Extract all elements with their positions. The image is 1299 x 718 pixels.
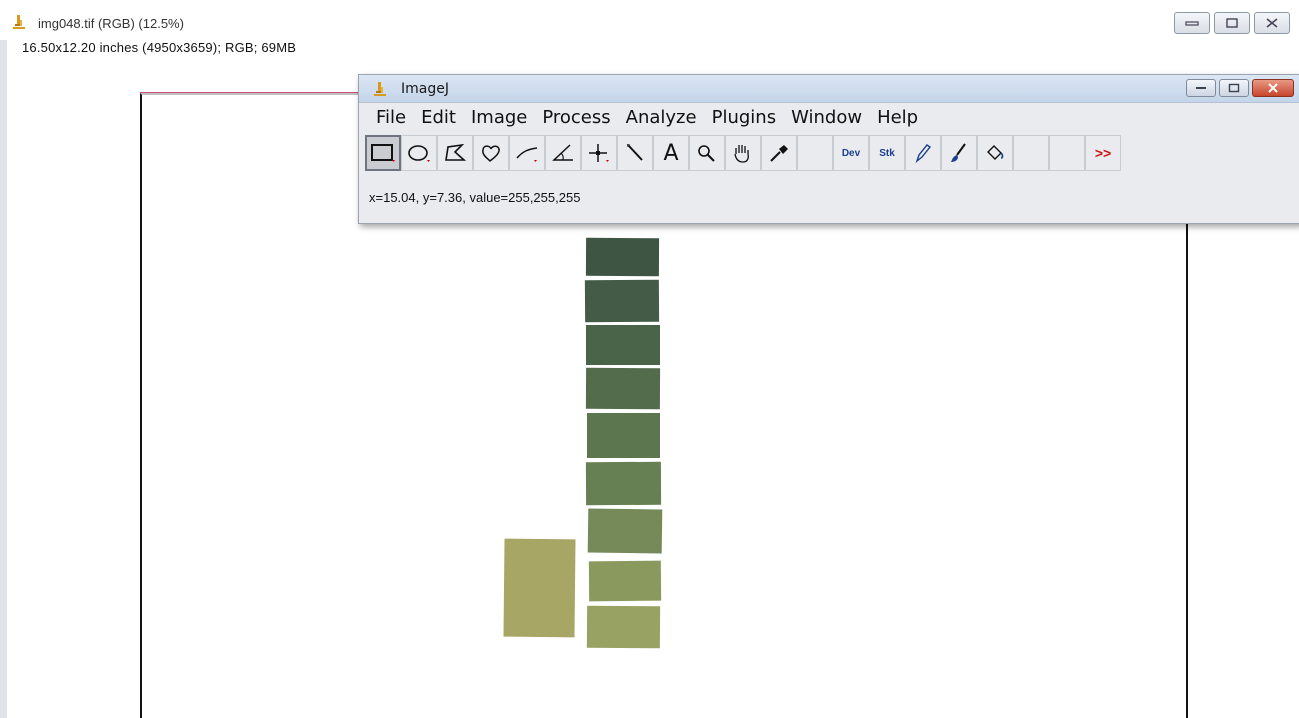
wand-tool-button[interactable] [617,135,653,171]
close-button[interactable] [1254,12,1290,34]
imagej-minimize-button[interactable] [1186,79,1216,97]
menu-edit[interactable]: Edit [414,104,464,132]
color-swatch [588,560,662,602]
stack-tools-button[interactable]: Stk [869,135,905,171]
imagej-titlebar[interactable]: ImageJ [359,75,1299,103]
freehand-tool-button[interactable] [473,135,509,171]
flood-fill-tool-button[interactable] [977,135,1013,171]
color-swatch [585,367,661,410]
stk-label: Stk [879,147,895,159]
magnifier-tool-button[interactable] [689,135,725,171]
menu-bar: File Edit Image Process Analyze Plugins … [359,104,926,132]
empty-tool-slot [797,135,833,171]
menu-plugins[interactable]: Plugins [705,104,784,132]
menu-window[interactable]: Window [784,104,870,132]
magnifier-tool-icon [698,145,715,162]
hand-tool-button[interactable] [725,135,761,171]
color-swatch [586,325,660,365]
color-swatch [587,413,660,458]
rectangle-tool-button[interactable] [365,135,401,171]
maximize-icon [1228,83,1240,93]
point-tool-icon [589,144,609,162]
text-tool-button[interactable]: A [653,135,689,171]
color-swatch [585,237,660,277]
pencil-tool-button[interactable] [905,135,941,171]
imagej-title: ImageJ [401,81,449,97]
large-color-swatch [503,538,576,638]
color-picker-tool-button[interactable] [761,135,797,171]
oval-tool-button[interactable] [401,135,437,171]
wand-tool-icon [627,144,643,161]
rectangle-tool-icon [371,144,395,162]
color-swatch [585,461,662,506]
menu-help[interactable]: Help [870,104,926,132]
minimize-icon [1185,21,1199,26]
color-swatch [586,605,661,649]
menu-file[interactable]: File [369,104,414,132]
color-picker-tool-icon [770,145,788,162]
color-swatch [584,279,660,323]
minimize-icon [1196,87,1206,89]
imagej-window-controls [1186,79,1294,97]
image-window-titlebar[interactable]: img048.tif (RGB) (12.5%) [0,0,1299,40]
polygon-tool-icon [445,143,467,161]
text-tool-icon: A [663,140,679,166]
empty-tool-slot [1049,135,1085,171]
microscope-icon [374,82,386,96]
empty-tool-slot [1013,135,1049,171]
image-window-controls [1174,12,1290,34]
angle-tool-icon [552,144,573,161]
oval-tool-icon [408,145,430,162]
more-tools-label: >> [1094,145,1112,161]
line-tool-button[interactable] [509,135,545,171]
brush-tool-button[interactable] [941,135,977,171]
menu-analyze[interactable]: Analyze [619,104,705,132]
microscope-icon [13,15,25,29]
brush-tool-icon [951,143,966,162]
point-tool-button[interactable] [581,135,617,171]
freehand-tool-icon [482,145,500,163]
hand-tool-icon [734,145,749,163]
maximize-icon [1226,18,1238,28]
minimize-button[interactable] [1174,12,1210,34]
dev-label: Dev [841,147,861,159]
angle-tool-button[interactable] [545,135,581,171]
menu-image[interactable]: Image [464,104,535,132]
imagej-maximize-button[interactable] [1219,79,1249,97]
image-window-title: img048.tif (RGB) (12.5%) [38,16,184,31]
imagej-window: ImageJ File Edit Image Process Analyze P… [358,74,1299,224]
color-swatch [587,508,663,554]
close-icon [1268,83,1278,93]
developer-menu-button[interactable]: Dev [833,135,869,171]
status-bar: x=15.04, y=7.36, value=255,255,255 [369,190,581,205]
more-tools-button[interactable]: >> [1085,135,1121,171]
pencil-tool-icon [915,144,932,164]
image-info-line: 16.50x12.20 inches (4950x3659); RGB; 69M… [22,40,297,55]
maximize-button[interactable] [1214,12,1250,34]
tool-bar: A Dev Stk >> [365,135,1121,171]
window-frame-edge [0,0,7,718]
line-tool-icon [516,147,538,162]
close-icon [1266,18,1278,28]
flood-fill-tool-icon [987,145,1004,160]
menu-process[interactable]: Process [535,104,618,132]
polygon-tool-button[interactable] [437,135,473,171]
imagej-close-button[interactable] [1252,79,1294,97]
